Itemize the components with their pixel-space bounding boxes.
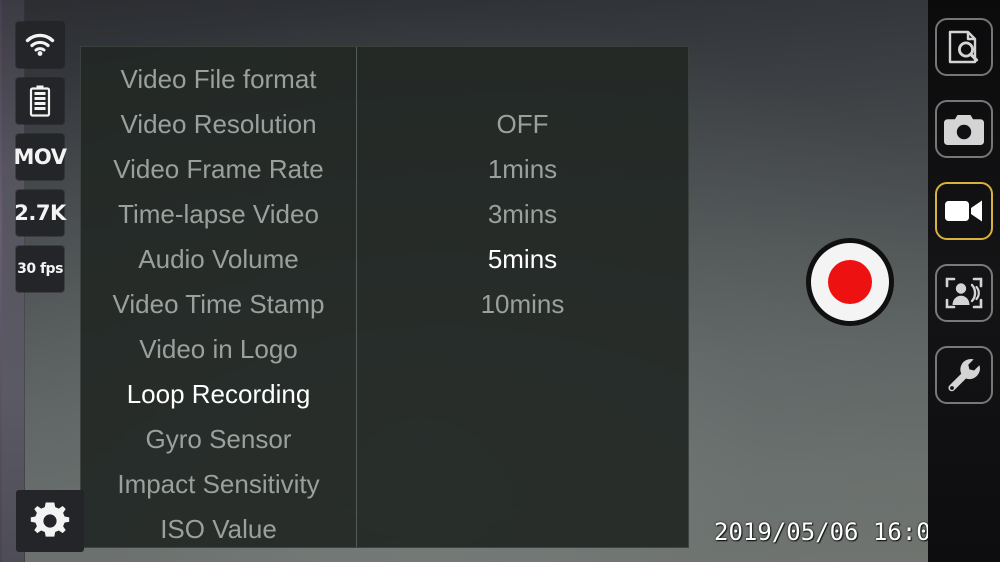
resolution-label: 2.7K (14, 201, 66, 225)
wifi-icon (25, 33, 55, 57)
settings-menu-item[interactable]: Video Frame Rate (81, 151, 356, 187)
person-detect-icon (945, 276, 983, 310)
settings-menu-item[interactable]: Gyro Sensor (81, 421, 356, 457)
battery-status-chip (16, 78, 64, 124)
gear-icon (29, 500, 71, 542)
record-button[interactable] (806, 238, 894, 326)
camera-icon (944, 113, 984, 145)
settings-menu-item[interactable]: Loop Recording (81, 376, 356, 412)
battery-icon (29, 85, 51, 117)
record-dot-icon (828, 260, 872, 304)
frame-rate-label: 30 fps (17, 261, 63, 277)
camera-screen: MOV 2.7K 30 fps Video File format Video R… (0, 0, 1000, 562)
video-camera-icon (944, 197, 984, 225)
settings-value-option[interactable]: 10mins (357, 286, 688, 322)
settings-wrench-button[interactable] (935, 346, 993, 404)
playback-browse-button[interactable] (935, 18, 993, 76)
settings-menu-list: Video File format Video Resolution Video F… (81, 47, 357, 547)
frame-rate-chip: 30 fps (16, 246, 64, 292)
file-format-chip: MOV (13, 134, 67, 180)
settings-menu-item[interactable]: Video Resolution (81, 106, 356, 142)
wifi-status-chip (16, 22, 64, 68)
settings-menu-item[interactable]: Time-lapse Video (81, 196, 356, 232)
status-icon-column: MOV 2.7K 30 fps (13, 22, 68, 292)
settings-value-option[interactable]: OFF (357, 106, 688, 142)
photo-mode-button[interactable] (935, 100, 993, 158)
settings-value-option[interactable]: 5mins (357, 241, 688, 277)
wrench-icon (946, 357, 982, 393)
settings-menu-item[interactable]: Video Time Stamp (81, 286, 356, 322)
settings-menu-item[interactable]: ISO Value (81, 511, 356, 547)
settings-value-option[interactable]: 1mins (357, 151, 688, 187)
file-format-label: MOV (13, 145, 67, 169)
file-search-icon (945, 28, 983, 66)
resolution-chip: 2.7K (14, 190, 66, 236)
settings-menu-item[interactable]: Audio Volume (81, 241, 356, 277)
settings-menu-item[interactable]: Video File format (81, 61, 356, 97)
settings-value-list: OFF 1mins 3mins 5mins 10mins (357, 47, 688, 547)
settings-menu-item[interactable]: Impact Sensitivity (81, 466, 356, 502)
settings-gear-button[interactable] (16, 490, 84, 552)
settings-menu-item[interactable]: Video in Logo (81, 331, 356, 367)
settings-overlay-panel: Video File format Video Resolution Video F… (80, 46, 689, 548)
video-mode-button[interactable] (935, 182, 993, 240)
mode-icon-rail (928, 0, 1000, 562)
parking-monitor-button[interactable] (935, 264, 993, 322)
settings-value-option[interactable]: 3mins (357, 196, 688, 232)
